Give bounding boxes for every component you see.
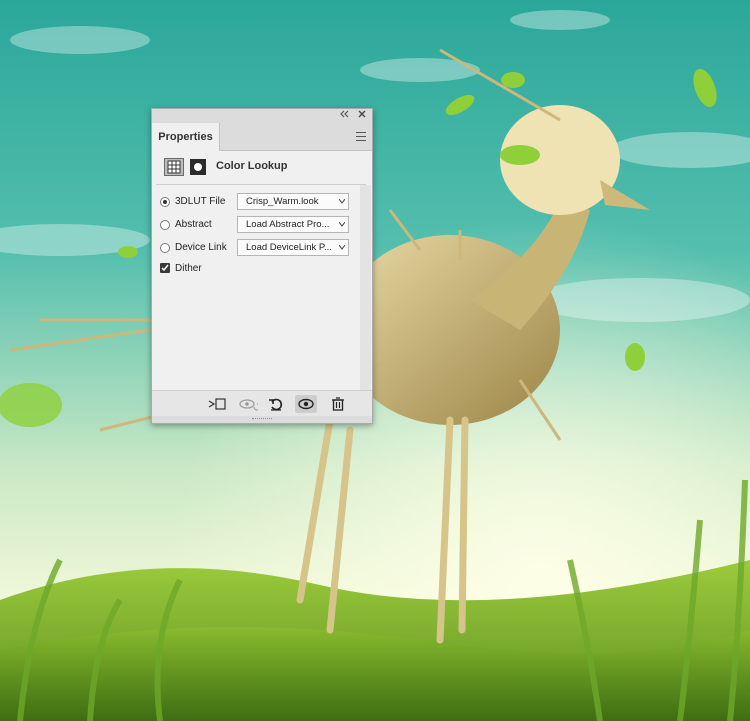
label-abstract: Abstract xyxy=(175,219,212,230)
chevron-down-icon xyxy=(339,245,345,250)
panel-scrollbar[interactable] xyxy=(360,185,371,391)
dither-checkbox[interactable] xyxy=(160,263,170,273)
close-icon[interactable] xyxy=(356,109,368,123)
panel-menu-icon[interactable] xyxy=(356,132,366,141)
label-3dlut-file: 3DLUT File xyxy=(175,196,226,207)
row-abstract[interactable]: Abstract Load Abstract Pro... xyxy=(160,216,352,234)
canvas-artwork xyxy=(0,0,750,721)
chevron-down-icon xyxy=(339,199,345,204)
label-device-link: Device Link xyxy=(175,242,227,253)
adjustment-header: Color Lookup xyxy=(152,151,372,183)
select-3dlut-file-value: Crisp_Warm.look xyxy=(246,196,319,207)
collapse-panel-icon[interactable] xyxy=(338,109,350,123)
properties-panel: Properties Color Lookup 3DLUT File Crisp… xyxy=(151,108,373,424)
chevron-down-icon xyxy=(339,222,345,227)
select-abstract-value: Load Abstract Pro... xyxy=(246,219,330,230)
layer-mask-icon[interactable] xyxy=(190,159,206,175)
row-dither[interactable]: Dither xyxy=(160,260,352,278)
grid-adjustment-icon[interactable] xyxy=(164,158,184,176)
reset-icon[interactable] xyxy=(268,396,284,412)
select-device-link-value: Load DeviceLink P... xyxy=(246,242,332,253)
select-device-link[interactable]: Load DeviceLink P... xyxy=(237,239,349,256)
row-3dlut-file[interactable]: 3DLUT File Crisp_Warm.look xyxy=(160,193,352,211)
adjustment-title: Color Lookup xyxy=(216,160,288,172)
panel-resize-grip[interactable] xyxy=(152,416,372,423)
view-previous-state-icon[interactable] xyxy=(238,396,261,412)
select-3dlut-file[interactable]: Crisp_Warm.look xyxy=(237,193,349,210)
select-abstract[interactable]: Load Abstract Pro... xyxy=(237,216,349,233)
eye-icon[interactable] xyxy=(295,395,317,413)
radio-device-link[interactable] xyxy=(160,243,170,253)
panel-tab-row: Properties xyxy=(152,123,372,151)
row-device-link[interactable]: Device Link Load DeviceLink P... xyxy=(160,239,352,257)
label-dither: Dither xyxy=(175,263,202,274)
radio-abstract[interactable] xyxy=(160,220,170,230)
radio-3dlut-file[interactable] xyxy=(160,197,170,207)
tab-properties[interactable]: Properties xyxy=(152,123,220,151)
panel-bottom-toolbar xyxy=(152,390,372,416)
clip-to-layer-icon[interactable] xyxy=(208,396,226,412)
background-illustration xyxy=(0,0,750,721)
header-divider xyxy=(156,184,366,185)
panel-titlebar[interactable] xyxy=(152,109,372,123)
trash-icon[interactable] xyxy=(330,396,346,412)
